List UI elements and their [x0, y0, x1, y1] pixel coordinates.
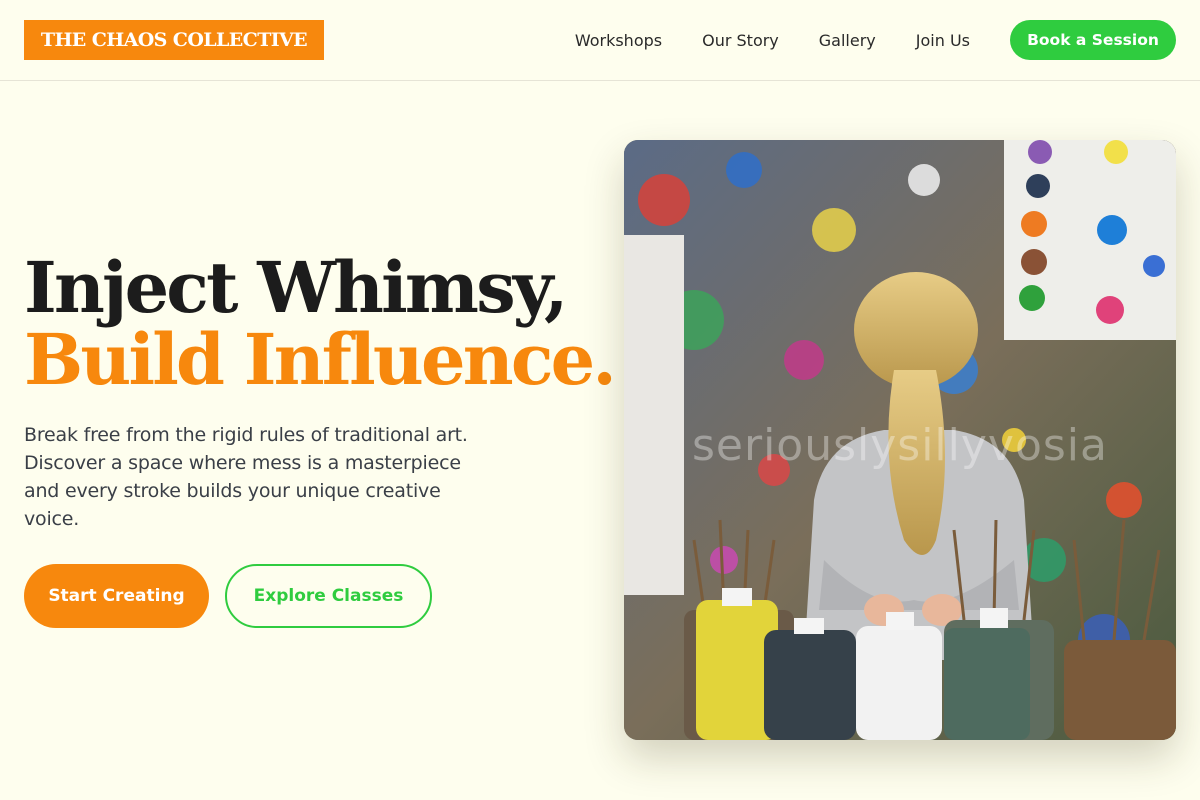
- book-session-button[interactable]: Book a Session: [1010, 20, 1176, 60]
- hero-description: Break free from the rigid rules of tradi…: [24, 424, 468, 530]
- hero-title: Inject Whimsy, Build Influence.: [24, 246, 617, 401]
- nav-link-gallery[interactable]: Gallery: [819, 31, 876, 50]
- image-watermark: seriouslysillyvosia: [691, 420, 1108, 471]
- nav-link-workshops[interactable]: Workshops: [575, 31, 662, 50]
- brand-logo[interactable]: THE CHAOS COLLECTIVE: [24, 20, 324, 60]
- explore-classes-button[interactable]: Explore Classes: [225, 564, 432, 628]
- site-header: THE CHAOS COLLECTIVE Workshops Our Story…: [0, 0, 1200, 81]
- start-creating-button[interactable]: Start Creating: [24, 564, 209, 628]
- main-nav: Workshops Our Story Gallery Join Us Book…: [575, 20, 1176, 60]
- hero-title-line-1: Inject Whimsy,: [24, 246, 568, 329]
- nav-link-join-us[interactable]: Join Us: [916, 31, 970, 50]
- hero-image: seriouslysillyvosia: [624, 140, 1176, 740]
- nav-link-our-story[interactable]: Our Story: [702, 31, 779, 50]
- hero-title-line-2: Build Influence.: [24, 318, 617, 401]
